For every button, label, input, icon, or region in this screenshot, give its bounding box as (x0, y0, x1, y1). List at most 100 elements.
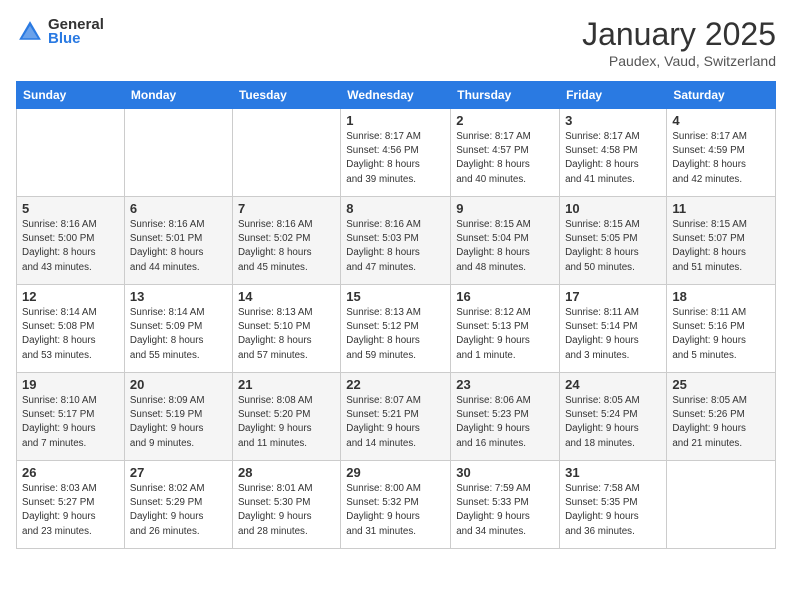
day-number: 7 (238, 201, 335, 216)
day-number: 21 (238, 377, 335, 392)
day-info: Sunrise: 8:06 AM Sunset: 5:23 PM Dayligh… (456, 394, 554, 451)
weekday-header-friday: Friday (560, 82, 667, 109)
calendar-cell: 16 Sunrise: 8:12 AM Sunset: 5:13 PM Dayli… (451, 285, 560, 373)
day-number: 10 (565, 201, 661, 216)
calendar-cell: 7 Sunrise: 8:16 AM Sunset: 5:02 PM Daylig… (232, 197, 340, 285)
weekday-header-wednesday: Wednesday (341, 82, 451, 109)
calendar-cell: 11 Sunrise: 8:15 AM Sunset: 5:07 PM Dayli… (667, 197, 776, 285)
calendar-cell: 10 Sunrise: 8:15 AM Sunset: 5:05 PM Dayli… (560, 197, 667, 285)
day-info: Sunrise: 8:16 AM Sunset: 5:03 PM Dayligh… (346, 218, 445, 275)
calendar-cell: 3 Sunrise: 8:17 AM Sunset: 4:58 PM Daylig… (560, 109, 667, 197)
day-number: 17 (565, 289, 661, 304)
day-number: 30 (456, 465, 554, 480)
day-info: Sunrise: 8:11 AM Sunset: 5:16 PM Dayligh… (672, 306, 770, 363)
day-number: 29 (346, 465, 445, 480)
day-number: 23 (456, 377, 554, 392)
day-number: 22 (346, 377, 445, 392)
calendar-header: SundayMondayTuesdayWednesdayThursdayFrid… (17, 82, 776, 109)
calendar-cell: 28Sunrise: 8:01 AM Sunset: 5:30 PM Dayli… (232, 461, 340, 549)
calendar-week-5: 26 Sunrise: 8:03 AM Sunset: 5:27 PM Dayli… (17, 461, 776, 549)
day-info: Sunrise: 7:58 AM Sunset: 5:35 PM Dayligh… (565, 482, 661, 539)
calendar-subtitle: Paudex, Vaud, Switzerland (582, 53, 776, 69)
day-number: 4 (672, 113, 770, 128)
day-number: 8 (346, 201, 445, 216)
logo-text: General Blue (48, 16, 104, 47)
calendar-cell: 18 Sunrise: 8:11 AM Sunset: 5:16 PM Dayli… (667, 285, 776, 373)
day-info: Sunrise: 8:14 AM Sunset: 5:08 PM Dayligh… (22, 306, 119, 363)
weekday-header-thursday: Thursday (451, 82, 560, 109)
weekday-header-sunday: Sunday (17, 82, 125, 109)
day-number: 12 (22, 289, 119, 304)
day-info: Sunrise: 8:15 AM Sunset: 5:05 PM Dayligh… (565, 218, 661, 275)
calendar-cell (17, 109, 125, 197)
day-info: Sunrise: 8:13 AM Sunset: 5:12 PM Dayligh… (346, 306, 445, 363)
day-info: Sunrise: 7:59 AM Sunset: 5:33 PM Dayligh… (456, 482, 554, 539)
day-info: Sunrise: 8:02 AM Sunset: 5:29 PM Dayligh… (130, 482, 227, 539)
day-info: Sunrise: 8:17 AM Sunset: 4:57 PM Dayligh… (456, 130, 554, 187)
calendar-cell (124, 109, 232, 197)
day-number: 25 (672, 377, 770, 392)
day-number: 31 (565, 465, 661, 480)
day-number: 27 (130, 465, 227, 480)
calendar-cell: 14Sunrise: 8:13 AM Sunset: 5:10 PM Dayli… (232, 285, 340, 373)
day-info: Sunrise: 8:05 AM Sunset: 5:26 PM Dayligh… (672, 394, 770, 451)
calendar-cell: 1 Sunrise: 8:17 AM Sunset: 4:56 PM Daylig… (341, 109, 451, 197)
day-info: Sunrise: 8:17 AM Sunset: 4:58 PM Dayligh… (565, 130, 661, 187)
day-info: Sunrise: 8:00 AM Sunset: 5:32 PM Dayligh… (346, 482, 445, 539)
day-info: Sunrise: 8:15 AM Sunset: 5:04 PM Dayligh… (456, 218, 554, 275)
calendar-week-1: 1 Sunrise: 8:17 AM Sunset: 4:56 PM Daylig… (17, 109, 776, 197)
calendar-cell: 12 Sunrise: 8:14 AM Sunset: 5:08 PM Dayli… (17, 285, 125, 373)
day-info: Sunrise: 8:15 AM Sunset: 5:07 PM Dayligh… (672, 218, 770, 275)
day-info: Sunrise: 8:16 AM Sunset: 5:00 PM Dayligh… (22, 218, 119, 275)
calendar-cell (232, 109, 340, 197)
page-header: General Blue January 2025 Paudex, Vaud, … (16, 16, 776, 69)
day-info: Sunrise: 8:10 AM Sunset: 5:17 PM Dayligh… (22, 394, 119, 451)
day-number: 11 (672, 201, 770, 216)
day-number: 15 (346, 289, 445, 304)
day-info: Sunrise: 8:12 AM Sunset: 5:13 PM Dayligh… (456, 306, 554, 363)
day-info: Sunrise: 8:03 AM Sunset: 5:27 PM Dayligh… (22, 482, 119, 539)
day-number: 5 (22, 201, 119, 216)
day-number: 9 (456, 201, 554, 216)
calendar-cell: 20Sunrise: 8:09 AM Sunset: 5:19 PM Dayli… (124, 373, 232, 461)
day-number: 2 (456, 113, 554, 128)
weekday-header-monday: Monday (124, 82, 232, 109)
day-number: 28 (238, 465, 335, 480)
day-number: 13 (130, 289, 227, 304)
day-number: 6 (130, 201, 227, 216)
day-number: 26 (22, 465, 119, 480)
logo: General Blue (16, 16, 104, 47)
calendar-cell: 4 Sunrise: 8:17 AM Sunset: 4:59 PM Daylig… (667, 109, 776, 197)
weekday-header-tuesday: Tuesday (232, 82, 340, 109)
calendar-cell: 2 Sunrise: 8:17 AM Sunset: 4:57 PM Daylig… (451, 109, 560, 197)
calendar-cell: 30 Sunrise: 7:59 AM Sunset: 5:33 PM Dayli… (451, 461, 560, 549)
calendar-cell: 31 Sunrise: 7:58 AM Sunset: 5:35 PM Dayli… (560, 461, 667, 549)
day-info: Sunrise: 8:14 AM Sunset: 5:09 PM Dayligh… (130, 306, 227, 363)
calendar-body: 1 Sunrise: 8:17 AM Sunset: 4:56 PM Daylig… (17, 109, 776, 549)
calendar-cell (667, 461, 776, 549)
title-block: January 2025 Paudex, Vaud, Switzerland (582, 16, 776, 69)
day-info: Sunrise: 8:08 AM Sunset: 5:20 PM Dayligh… (238, 394, 335, 451)
calendar-cell: 13 Sunrise: 8:14 AM Sunset: 5:09 PM Dayli… (124, 285, 232, 373)
calendar-cell: 23 Sunrise: 8:06 AM Sunset: 5:23 PM Dayli… (451, 373, 560, 461)
day-info: Sunrise: 8:16 AM Sunset: 5:02 PM Dayligh… (238, 218, 335, 275)
day-number: 19 (22, 377, 119, 392)
day-info: Sunrise: 8:05 AM Sunset: 5:24 PM Dayligh… (565, 394, 661, 451)
calendar-cell: 5 Sunrise: 8:16 AM Sunset: 5:00 PM Daylig… (17, 197, 125, 285)
day-info: Sunrise: 8:07 AM Sunset: 5:21 PM Dayligh… (346, 394, 445, 451)
day-number: 16 (456, 289, 554, 304)
day-number: 3 (565, 113, 661, 128)
calendar-week-3: 12 Sunrise: 8:14 AM Sunset: 5:08 PM Dayli… (17, 285, 776, 373)
day-number: 1 (346, 113, 445, 128)
calendar-cell: 22 Sunrise: 8:07 AM Sunset: 5:21 PM Dayli… (341, 373, 451, 461)
calendar-cell: 24 Sunrise: 8:05 AM Sunset: 5:24 PM Dayli… (560, 373, 667, 461)
day-info: Sunrise: 8:11 AM Sunset: 5:14 PM Dayligh… (565, 306, 661, 363)
day-number: 18 (672, 289, 770, 304)
calendar-cell: 29 Sunrise: 8:00 AM Sunset: 5:32 PM Dayli… (341, 461, 451, 549)
day-info: Sunrise: 8:17 AM Sunset: 4:56 PM Dayligh… (346, 130, 445, 187)
calendar-cell: 26 Sunrise: 8:03 AM Sunset: 5:27 PM Dayli… (17, 461, 125, 549)
day-number: 24 (565, 377, 661, 392)
day-info: Sunrise: 8:17 AM Sunset: 4:59 PM Dayligh… (672, 130, 770, 187)
calendar-cell: 21 Sunrise: 8:08 AM Sunset: 5:20 PM Dayli… (232, 373, 340, 461)
weekday-header-saturday: Saturday (667, 82, 776, 109)
